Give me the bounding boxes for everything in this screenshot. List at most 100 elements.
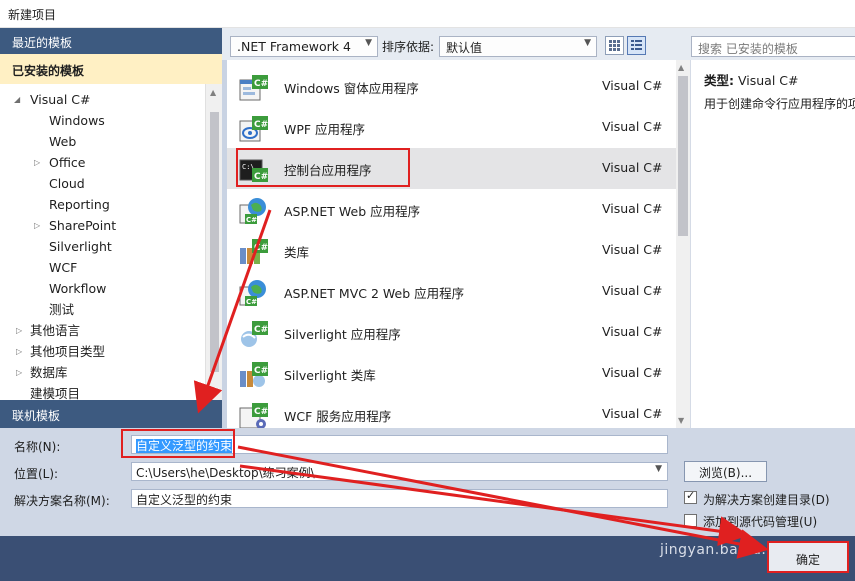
sort-label: 排序依据: (382, 40, 435, 54)
title-bar: 新建项目 (0, 0, 855, 28)
template-categories-panel: 最近的模板 已安装的模板 ◢ Visual C# Windows Web ▷ O… (0, 28, 222, 428)
scrollbar-thumb[interactable] (678, 76, 688, 236)
list-view-icon (631, 40, 642, 50)
ok-button[interactable]: 确定 (767, 541, 849, 573)
tree-item-wcf[interactable]: WCF (49, 258, 77, 278)
expander-icon[interactable]: ◢ (14, 90, 20, 110)
chevron-down-icon: ▼ (584, 38, 591, 48)
tree-item-windows[interactable]: Windows (49, 111, 105, 131)
annotation-highlight-console (236, 148, 410, 187)
expander-icon[interactable]: ▷ (34, 153, 40, 173)
template-language: Visual C# (602, 324, 663, 339)
template-row-aspnet-mvc2[interactable]: C# ASP.NET MVC 2 Web 应用程序 Visual C# (227, 271, 676, 312)
class-library-icon: C# (240, 239, 268, 264)
expander-icon[interactable]: ▷ (16, 321, 22, 341)
template-row-class-library[interactable]: C# 类库 Visual C# (227, 230, 676, 271)
silverlight-library-icon: C# (240, 362, 268, 387)
svg-text:C#: C# (254, 79, 268, 89)
wcf-service-icon: C# (239, 403, 268, 428)
template-row-windows-forms[interactable]: C# Windows 窗体应用程序 Visual C# (227, 66, 676, 107)
framework-value: .NET Framework 4 (237, 39, 351, 54)
windows-forms-icon: C# (239, 75, 268, 101)
template-row-silverlight-app[interactable]: C# Silverlight 应用程序 Visual C# (227, 312, 676, 353)
expander-icon[interactable]: ▷ (16, 363, 22, 383)
sort-value: 默认值 (446, 41, 483, 55)
wpf-icon: C# (239, 116, 268, 142)
annotation-highlight-name (121, 429, 235, 458)
tree-item-workflow[interactable]: Workflow (49, 279, 106, 299)
list-view-button[interactable] (627, 36, 646, 55)
template-row-silverlight-library[interactable]: C# Silverlight 类库 Visual C# (227, 353, 676, 394)
scroll-up-icon[interactable]: ▲ (678, 63, 684, 72)
tree-item-label: Office (49, 155, 86, 170)
tree-item-modeling-projects[interactable]: 建模项目 (30, 384, 80, 400)
add-source-control-checkbox[interactable] (684, 514, 697, 527)
add-source-control-label: 添加到源代码管理(U) (703, 515, 818, 529)
solution-name-input[interactable]: 自定义泛型的约束 (131, 489, 668, 508)
recent-templates-header[interactable]: 最近的模板 (0, 28, 222, 54)
dialog-footer: jingyan.baidu.com 确定 (0, 536, 855, 581)
chevron-down-icon[interactable]: ▼ (655, 464, 662, 474)
solution-name-label: 解决方案名称(M): (14, 494, 110, 508)
tree-item-label: SharePoint (49, 218, 117, 233)
template-row-wpf[interactable]: C# WPF 应用程序 Visual C# (227, 107, 676, 148)
online-templates-header[interactable]: 联机模板 (0, 400, 222, 428)
location-label: 位置(L): (14, 467, 59, 481)
template-row-aspnet-web[interactable]: C# ASP.NET Web 应用程序 Visual C# (227, 189, 676, 230)
mvc-web-icon: C# (239, 280, 266, 306)
template-name: WCF 服务应用程序 (284, 409, 392, 424)
template-language: Visual C# (602, 406, 663, 421)
template-toolbar: .NET Framework 4 ▼ 排序依据: 默认值 ▼ 搜索 已安装的模板 (222, 28, 855, 60)
window-title: 新建项目 (8, 8, 57, 22)
template-name: ASP.NET MVC 2 Web 应用程序 (284, 286, 465, 301)
svg-text:C#: C# (254, 325, 268, 335)
scroll-up-icon[interactable]: ▲ (210, 88, 216, 97)
small-icons-view-button[interactable] (605, 36, 624, 55)
svg-text:C#: C# (254, 366, 268, 376)
location-input[interactable]: C:\Users\he\Desktop\练习案例\ ▼ (131, 462, 668, 481)
tree-item-test[interactable]: 测试 (49, 300, 74, 320)
template-name: Windows 窗体应用程序 (284, 81, 419, 96)
name-label: 名称(N): (14, 440, 61, 454)
tree-item-cloud[interactable]: Cloud (49, 174, 85, 194)
template-language: Visual C# (602, 242, 663, 257)
browse-button[interactable]: 浏览(B)... (684, 461, 767, 482)
svg-text:C#: C# (254, 120, 268, 130)
framework-dropdown[interactable]: .NET Framework 4 ▼ (230, 36, 378, 57)
web-app-icon: C# (239, 198, 266, 224)
search-templates-input[interactable]: 搜索 已安装的模板 (691, 36, 855, 57)
template-name: Silverlight 类库 (284, 368, 376, 383)
template-list-scrollbar[interactable]: ▲ ▼ (676, 60, 690, 428)
template-language: Visual C# (602, 201, 663, 216)
sort-dropdown[interactable]: 默认值 ▼ (439, 36, 597, 57)
info-description: 用于创建命令行应用程序的项 (704, 97, 855, 111)
info-type-label: 类型: (704, 73, 734, 88)
template-language: Visual C# (602, 119, 663, 134)
info-type-value: Visual C# (737, 73, 799, 88)
tree-item-reporting[interactable]: Reporting (49, 195, 110, 215)
expander-icon[interactable]: ▷ (34, 216, 40, 236)
expander-icon[interactable]: ▷ (16, 342, 22, 362)
svg-text:C#: C# (254, 407, 268, 417)
svg-text:C#: C# (254, 243, 268, 253)
scroll-down-icon[interactable]: ▼ (678, 416, 684, 425)
create-directory-checkbox[interactable] (684, 489, 697, 504)
installed-templates-header[interactable]: 已安装的模板 (0, 54, 222, 84)
template-language: Visual C# (602, 78, 663, 93)
location-value: C:\Users\he\Desktop\练习案例\ (136, 466, 315, 480)
tree-scrollbar[interactable]: ▲ (205, 84, 222, 400)
template-language: Visual C# (602, 365, 663, 380)
svg-text:C#: C# (246, 216, 257, 224)
scrollbar-thumb[interactable] (210, 112, 219, 372)
solution-name-value: 自定义泛型的约束 (136, 493, 233, 507)
template-language: Visual C# (602, 283, 663, 298)
tree-item-silverlight[interactable]: Silverlight (49, 237, 112, 257)
template-name: 类库 (284, 245, 310, 260)
svg-text:C#: C# (246, 298, 257, 306)
tree-item-web[interactable]: Web (49, 132, 76, 152)
info-type: 类型: Visual C# (704, 70, 798, 89)
template-row-wcf-service[interactable]: C# WCF 服务应用程序 Visual C# (227, 394, 676, 428)
chevron-down-icon: ▼ (365, 38, 372, 48)
silverlight-app-icon: C# (241, 321, 268, 347)
template-language: Visual C# (602, 160, 663, 175)
